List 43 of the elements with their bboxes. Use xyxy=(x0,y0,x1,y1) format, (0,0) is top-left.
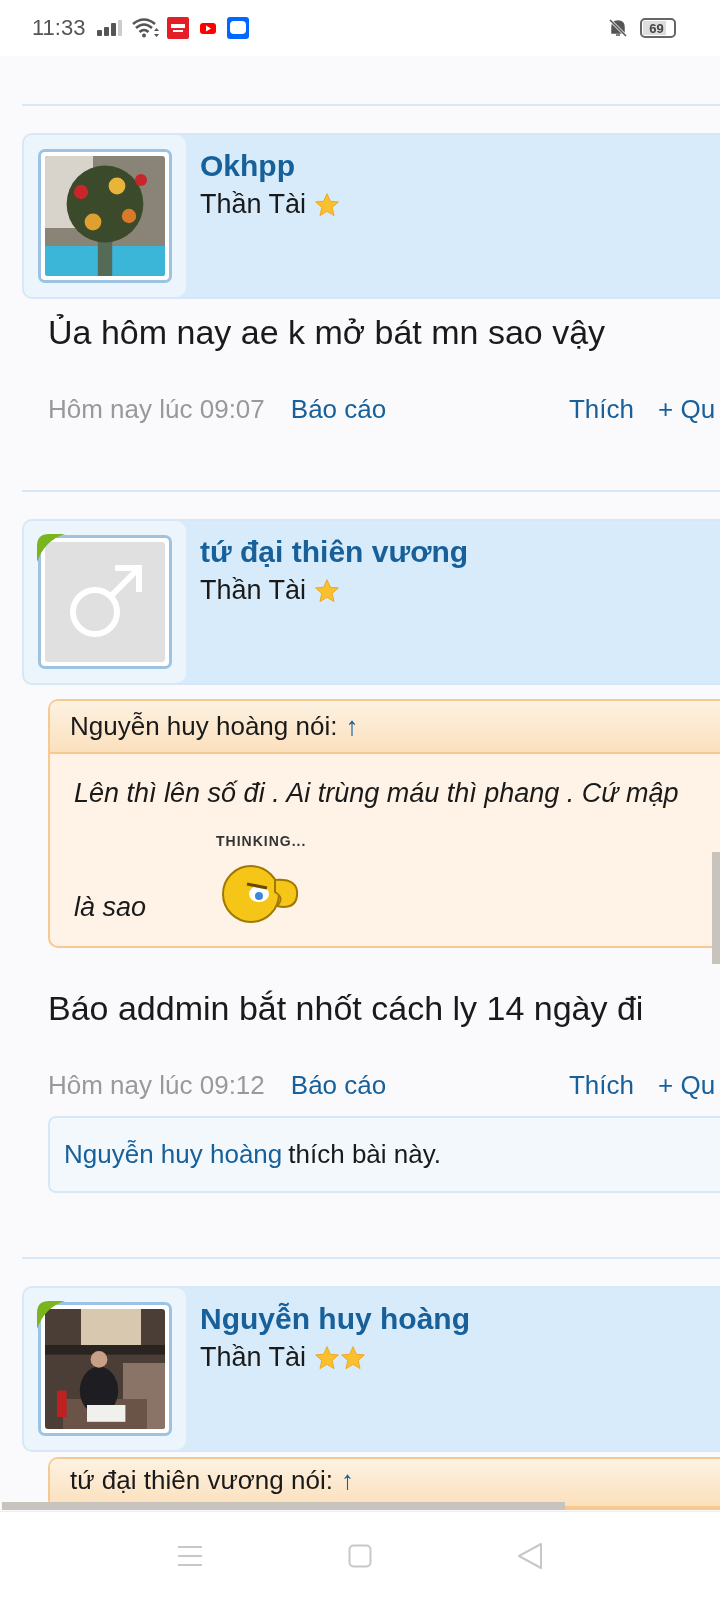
home-icon[interactable] xyxy=(348,1544,372,1568)
quote-author: Nguyễn huy hoàng nói: xyxy=(70,711,338,742)
muted-bell-icon xyxy=(608,18,628,38)
emoticon-caption: THINKING... xyxy=(216,832,307,851)
report-link[interactable]: Báo cáo xyxy=(290,1068,387,1102)
user-rank: Thần Tài xyxy=(200,189,307,220)
scrollbar[interactable] xyxy=(712,852,720,964)
quote-link[interactable]: + Qu xyxy=(658,392,720,426)
online-indicator-icon xyxy=(37,534,65,562)
liker-link[interactable]: Nguyễn huy hoàng xyxy=(64,1139,283,1170)
author-name[interactable]: Nguyễn huy hoàng xyxy=(200,1302,706,1336)
battery-icon: 69 xyxy=(640,18,676,38)
star-icon xyxy=(314,1344,341,1371)
signal-icon xyxy=(97,20,124,36)
author-name[interactable]: Okhpp xyxy=(200,149,706,183)
user-rank: Thần Tài xyxy=(200,575,307,606)
chat-app-icon xyxy=(227,17,250,39)
status-time: 11:33 xyxy=(32,15,86,41)
author-name[interactable]: tứ đại thiên vương xyxy=(200,535,706,569)
user-rank: Thần Tài xyxy=(200,1342,307,1373)
post-date: Hôm nay lúc 09:07 xyxy=(48,393,265,426)
quote-text: là sao xyxy=(74,891,147,924)
back-icon[interactable] xyxy=(517,1542,543,1570)
like-link[interactable]: Thích xyxy=(568,1068,634,1102)
like-link[interactable]: Thích xyxy=(568,392,634,426)
post-message: Ủa hôm nay ae k mở bát mn sao vậy xyxy=(47,312,607,352)
star-icon xyxy=(314,577,341,604)
app-notification-icon xyxy=(167,17,190,39)
star-icon xyxy=(314,191,341,218)
online-indicator-icon xyxy=(37,1301,65,1329)
report-link[interactable]: Báo cáo xyxy=(290,392,387,426)
quote-author: tứ đại thiên vương nói: xyxy=(70,1465,333,1496)
quote-text: Lên thì lên số đi . Ai trùng máu thì phang . Cứ mập xyxy=(74,777,679,810)
quote-source-link[interactable]: ↑ xyxy=(340,1465,354,1496)
wifi-icon xyxy=(131,18,160,38)
star-icon xyxy=(340,1344,367,1371)
likes-text: thích bài này. xyxy=(288,1139,442,1170)
quote-link[interactable]: + Qu xyxy=(658,1068,720,1102)
post-date: Hôm nay lúc 09:12 xyxy=(48,1069,265,1102)
quote-source-link[interactable]: ↑ xyxy=(345,711,359,742)
post-message: Báo addmin bắt nhốt cách ly 14 ngày đi xyxy=(47,988,645,1028)
menu-icon[interactable] xyxy=(177,1545,203,1567)
scrollbar[interactable] xyxy=(2,1502,565,1510)
